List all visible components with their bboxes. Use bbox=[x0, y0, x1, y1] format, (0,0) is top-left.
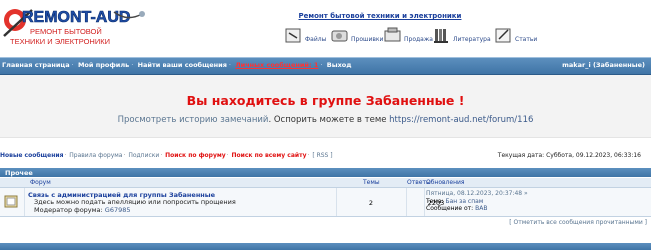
appeal-topic-link[interactable]: https://remont-aud.net/forum/116 bbox=[389, 115, 533, 125]
firmware-icon bbox=[331, 30, 348, 42]
svg-text:ТЕХНИКИ И ЭЛЕКТРОНИКИ: ТЕХНИКИ И ЭЛЕКТРОНИКИ bbox=[10, 37, 110, 46]
navbar: Главная страница · Мой профиль · Найти ваш… bbox=[0, 57, 651, 75]
nav-logout-link[interactable]: Выход bbox=[327, 61, 352, 69]
col-forum: Форум bbox=[30, 179, 51, 186]
site-logo[interactable]: REMONT-AUD РЕМОНТ БЫТОВОЙ ТЕХНИКИ И ЭЛЕК… bbox=[2, 2, 150, 52]
nav-home-link[interactable]: Главная страница bbox=[2, 61, 70, 69]
category-header[interactable]: Прочее bbox=[0, 168, 651, 177]
sale-icon bbox=[384, 27, 401, 42]
warnings-history-link[interactable]: Просмотреть историю замечаний bbox=[118, 115, 269, 125]
logo-main-text: REMONT-AUD bbox=[22, 9, 130, 26]
footer-bar bbox=[0, 243, 651, 250]
nav-private-messages-link[interactable]: Личных сообщений: 1 bbox=[235, 61, 318, 69]
forum-rules-link[interactable]: Правила форума bbox=[69, 152, 122, 159]
alert-title: Вы находитесь в группе Забаненные ! bbox=[186, 93, 465, 108]
forum-folder-icon bbox=[4, 195, 18, 208]
rss-link[interactable]: RSS bbox=[317, 152, 329, 159]
current-date: Текущая дата: Суббота, 09.12.2023, 06:33… bbox=[497, 152, 641, 159]
site-title-link[interactable]: Ремонт бытовой техники и электроники bbox=[200, 12, 560, 20]
category-title: Прочее bbox=[5, 169, 33, 177]
files-icon bbox=[285, 28, 301, 43]
mark-all-read-link[interactable]: [ Отметить все сообщения прочитанными ] bbox=[509, 219, 647, 226]
last-author-link[interactable]: BAB bbox=[475, 205, 487, 212]
col-topics: Темы bbox=[363, 179, 380, 186]
banned-alert: Вы находитесь в группе Забаненные ! Прос… bbox=[0, 75, 651, 138]
col-updates: Обновления bbox=[426, 179, 465, 186]
table-row: Связь с администрацией для группы Забане… bbox=[0, 188, 651, 217]
last-update-date[interactable]: Пятница, 08.12.2023, 20:37:48 » bbox=[426, 190, 528, 198]
alert-subtitle: Просмотреть историю замечаний. Оспорить … bbox=[117, 115, 534, 125]
info-bar: Новые сообщения· Правила форума· Подписк… bbox=[0, 152, 641, 159]
nav-own-posts-link[interactable]: Найти ваши сообщения bbox=[138, 61, 227, 69]
moderator-link[interactable]: G67985 bbox=[105, 206, 131, 214]
forum-description: Здесь можно подать апелляцию или попроси… bbox=[34, 198, 236, 206]
last-update: Пятница, 08.12.2023, 20:37:48 » Тема: Ба… bbox=[426, 190, 528, 212]
last-topic-link[interactable]: Бан за спам bbox=[446, 198, 484, 205]
site-search-link[interactable]: Поиск по всему сайту bbox=[232, 152, 307, 159]
books-icon bbox=[434, 29, 448, 43]
nav-profile-link[interactable]: Мой профиль bbox=[78, 61, 129, 69]
articles-icon bbox=[495, 28, 511, 43]
table-header: Форум Темы Ответы Обновления bbox=[0, 178, 651, 188]
forum-search-link[interactable]: Поиск по форуму bbox=[165, 152, 226, 159]
current-user[interactable]: makar_i (Забаненные) bbox=[562, 61, 645, 69]
new-posts-link[interactable]: Новые сообщения bbox=[0, 152, 63, 159]
header: REMONT-AUD РЕМОНТ БЫТОВОЙ ТЕХНИКИ И ЭЛЕК… bbox=[0, 0, 651, 55]
subscriptions-link[interactable]: Подписки bbox=[128, 152, 159, 159]
forum-moderator: Модератор форума: G67985 bbox=[34, 206, 131, 214]
svg-text:РЕМОНТ БЫТОВОЙ: РЕМОНТ БЫТОВОЙ bbox=[30, 27, 102, 36]
